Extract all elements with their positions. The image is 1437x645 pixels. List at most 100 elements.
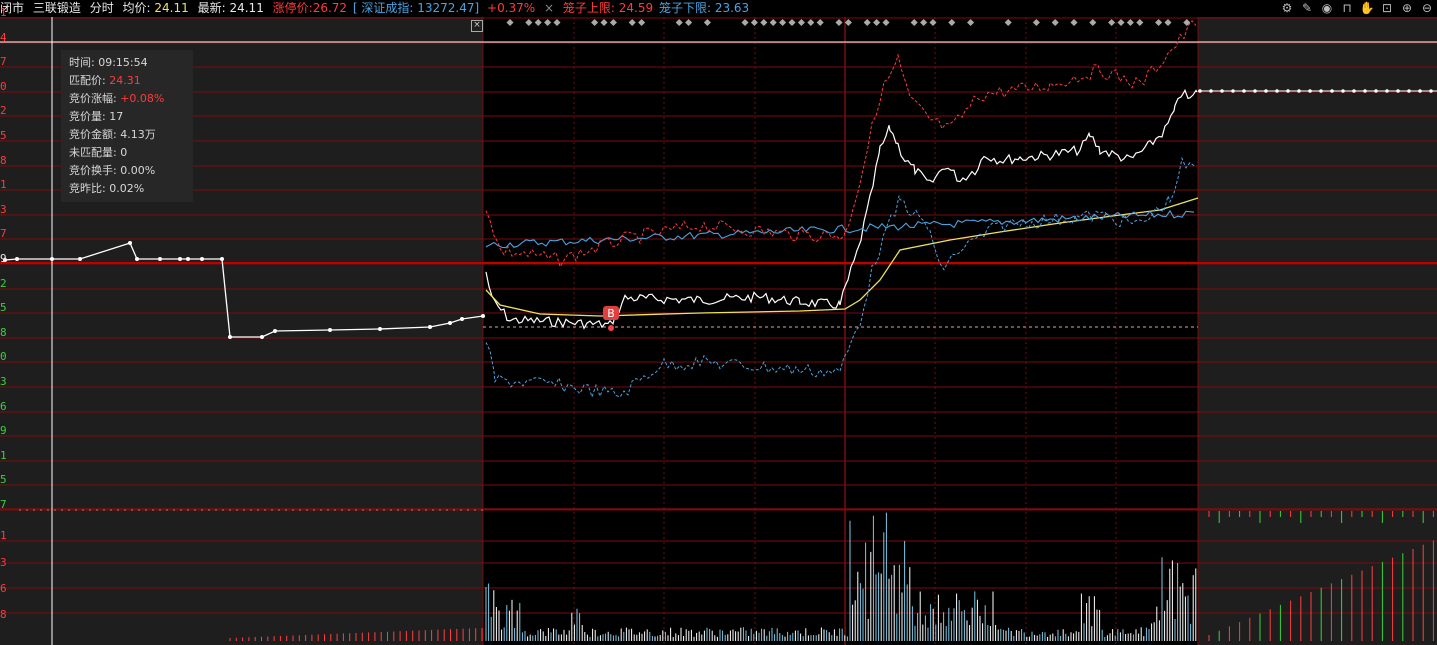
signal-diamond [525,18,533,27]
turnover-value: 0.00% [120,164,156,177]
stock-name[interactable]: 三联锻造 [33,1,81,15]
signal-diamond [910,18,918,27]
zoom-in-icon[interactable]: ⊕ [1399,0,1415,16]
cage-upper-limit: 笼子上限: 24.59 [562,1,654,15]
match-price-label: 匹配价: [69,74,106,87]
basket-icon[interactable]: ⊓ [1339,0,1355,16]
signal-diamond [1117,18,1125,27]
prev-ratio-value: 0.02% [109,182,145,195]
volume-axis-label: 8 [0,608,7,621]
auction-point [481,314,485,318]
match-price-value: 24.31 [109,74,141,87]
avg-price-value: 24.11 [154,1,189,15]
signal-diamond [807,18,815,27]
auction-point [178,257,182,261]
lock-icon[interactable]: ⊡ [1379,0,1395,16]
signal-diamond [873,18,881,27]
auction-point [186,257,190,261]
auction-point [448,321,452,325]
intraday-chart[interactable]: B [0,17,1437,645]
signal-diamond [1051,18,1059,27]
post-close-panel [1198,17,1437,645]
close-icon[interactable]: × [544,1,554,15]
price-axis-label: 9 [0,252,7,265]
price-axis-label: 6 [0,399,7,413]
limit-up-price: 涨停价:26.72 [272,1,348,15]
signal-diamond [816,18,824,27]
price-axis-label: 2 [0,104,7,118]
signal-diamond [1136,18,1144,27]
time-value: 09:15:54 [98,56,148,69]
signal-diamond [675,18,683,27]
price-axis-label: 7 [0,55,7,69]
latest-price-label: 最新: [197,1,226,15]
period-label[interactable]: 分时 [90,1,114,15]
signal-diamond [863,18,871,27]
auction-change-value: +0.08% [120,92,165,105]
unmatched-label: 未匹配量: [69,146,117,159]
auction-point [273,329,277,333]
signal-diamond [741,18,749,27]
signal-diamond [544,18,552,27]
auction-point [220,257,224,261]
avg-price-label: 均价: [122,1,151,15]
auction-amount-value: 4.13万 [120,128,156,141]
cage-lower-limit: 笼子下限: 23.63 [658,1,750,15]
latest-price-value: 24.11 [229,1,264,15]
signal-diamond [628,18,636,27]
signal-diamond [506,18,514,27]
index-name[interactable]: [ 深证成指: 13272.47] [353,1,479,15]
title-bar: 闭市 三联锻造 分时 均价: 24.11 最新: 24.11 涨停价:26.72… [0,0,1437,17]
zoom-out-icon[interactable]: ⊖ [1419,0,1435,16]
signal-diamond [779,18,787,27]
auction-point [78,257,82,261]
volume-axis-label: 1 [0,529,7,542]
close-auction-panel-button[interactable]: × [471,20,483,32]
auction-point [158,257,162,261]
signal-diamond [638,18,646,27]
price-axis-label: 5 [0,301,7,315]
settings-icon[interactable]: ⚙ [1279,0,1295,16]
signal-diamond [844,18,852,27]
price-axis-label: 7 [0,227,7,241]
hand-icon[interactable]: ✋ [1359,0,1375,16]
auction-point [428,325,432,329]
signal-diamond [685,18,693,27]
price-axis-label: 7 [0,498,7,511]
signal-diamond [1164,18,1172,27]
auction-amount-label: 竞价金额: [69,128,117,141]
signal-diamond [948,18,956,27]
price-axis-label: 3 [0,375,7,388]
auction-info-panel: 时间: 09:15:54 匹配价: 24.31 竞价涨幅: +0.08% 竞价量… [61,50,193,202]
volume-axis-label: 3 [0,556,7,569]
toolbar: ⚙ ✎ ◉ ⊓ ✋ ⊡ ⊕ ⊖ [1279,0,1435,17]
price-axis-label: 4 [0,30,7,44]
auction-point [200,257,204,261]
cage-upper-line [485,19,1197,268]
signal-diamond [750,18,758,27]
signal-diamond [929,18,937,27]
pen-icon[interactable]: ✎ [1299,0,1315,16]
signal-diamond [1126,18,1134,27]
cage-lower-line [485,156,1195,399]
signal-diamond [534,18,542,27]
signal-diamond [835,18,843,27]
volume-axis-label: 6 [0,582,7,595]
price-axis-label: 9 [0,424,7,438]
signal-diamond [788,18,796,27]
eye-icon[interactable]: ◉ [1319,0,1335,16]
signal-diamond [600,18,608,27]
auction-point [460,317,464,321]
buy-point [608,325,614,331]
unmatched-value: 0 [120,146,128,159]
price-axis-label: 0 [0,350,7,364]
signal-diamond [591,18,599,27]
price-axis-label: 8 [0,325,7,339]
auction-point [328,328,332,332]
signal-diamond [797,18,805,27]
auction-point [260,335,264,339]
signal-diamond [920,18,928,27]
signal-diamond [1089,18,1097,27]
auction-point [135,257,139,261]
index-line [485,209,1195,249]
